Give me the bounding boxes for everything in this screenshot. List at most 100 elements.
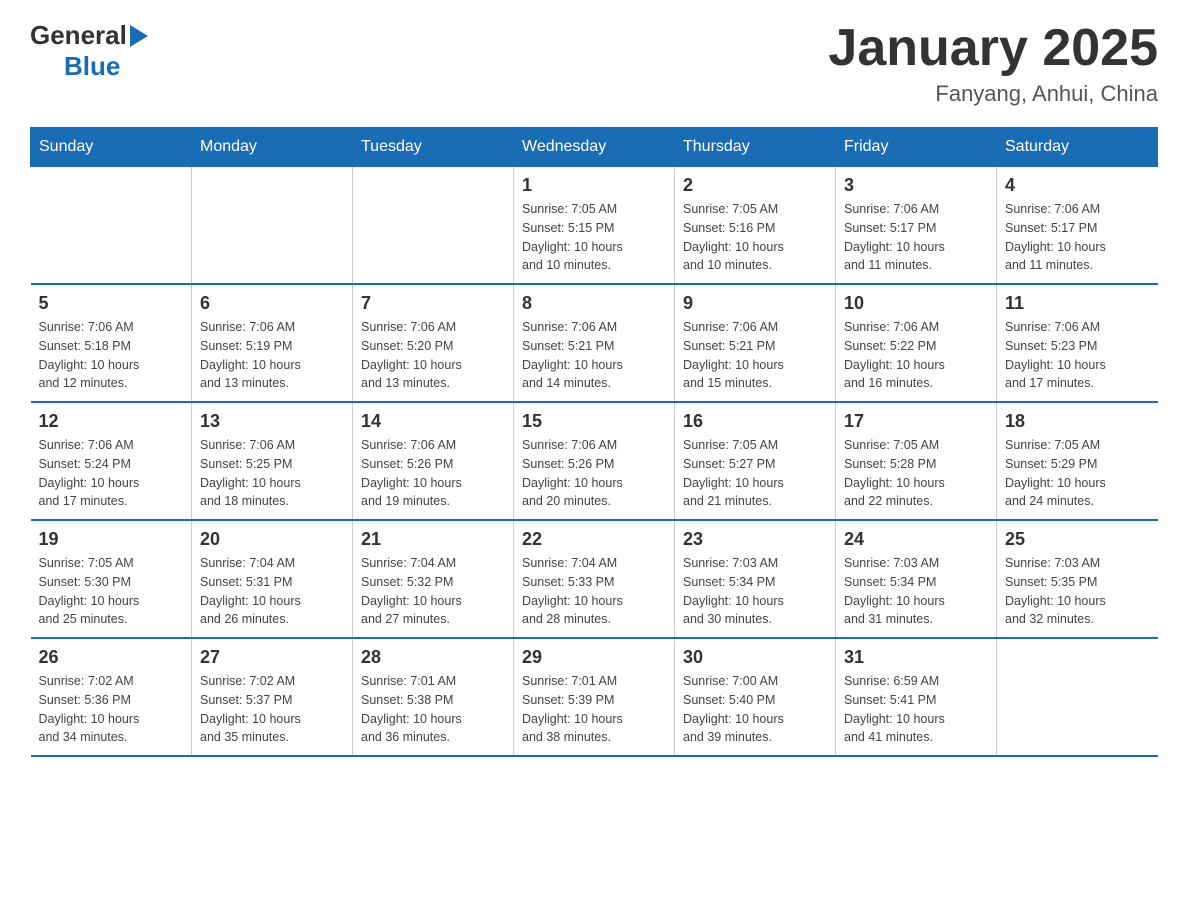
day-info: and 18 minutes. (200, 492, 344, 511)
calendar-cell: 23Sunrise: 7:03 AMSunset: 5:34 PMDayligh… (675, 520, 836, 638)
day-number: 22 (522, 529, 666, 550)
day-info: and 34 minutes. (39, 728, 184, 747)
day-info: Sunset: 5:20 PM (361, 337, 505, 356)
day-info: Sunrise: 7:06 AM (39, 436, 184, 455)
day-info: Daylight: 10 hours (683, 592, 827, 611)
day-info: Sunrise: 7:06 AM (39, 318, 184, 337)
day-info: and 21 minutes. (683, 492, 827, 511)
day-number: 23 (683, 529, 827, 550)
day-info: Sunset: 5:25 PM (200, 455, 344, 474)
day-info: Sunset: 5:29 PM (1005, 455, 1150, 474)
day-info: Daylight: 10 hours (1005, 592, 1150, 611)
calendar-week-row: 1Sunrise: 7:05 AMSunset: 5:15 PMDaylight… (31, 167, 1158, 285)
day-info: and 17 minutes. (39, 492, 184, 511)
day-info: Sunrise: 7:05 AM (39, 554, 184, 573)
day-info: Sunrise: 7:03 AM (844, 554, 988, 573)
day-info: Sunrise: 7:00 AM (683, 672, 827, 691)
day-info: Sunset: 5:39 PM (522, 691, 666, 710)
calendar-cell: 25Sunrise: 7:03 AMSunset: 5:35 PMDayligh… (997, 520, 1158, 638)
day-info: Sunset: 5:17 PM (844, 219, 988, 238)
day-info: and 10 minutes. (522, 256, 666, 275)
day-info: Sunrise: 7:06 AM (844, 200, 988, 219)
day-info: and 28 minutes. (522, 610, 666, 629)
day-info: Sunrise: 6:59 AM (844, 672, 988, 691)
day-info: and 31 minutes. (844, 610, 988, 629)
day-number: 12 (39, 411, 184, 432)
calendar-cell: 5Sunrise: 7:06 AMSunset: 5:18 PMDaylight… (31, 284, 192, 402)
day-info: and 13 minutes. (200, 374, 344, 393)
calendar-cell: 1Sunrise: 7:05 AMSunset: 5:15 PMDaylight… (514, 167, 675, 285)
day-number: 26 (39, 647, 184, 668)
header-sunday: Sunday (31, 128, 192, 167)
day-number: 3 (844, 175, 988, 196)
calendar-week-row: 19Sunrise: 7:05 AMSunset: 5:30 PMDayligh… (31, 520, 1158, 638)
day-info: Sunset: 5:15 PM (522, 219, 666, 238)
page-header: General Blue January 2025 Fanyang, Anhui… (30, 20, 1158, 107)
day-number: 17 (844, 411, 988, 432)
day-info: and 39 minutes. (683, 728, 827, 747)
calendar-cell: 14Sunrise: 7:06 AMSunset: 5:26 PMDayligh… (353, 402, 514, 520)
calendar-cell: 22Sunrise: 7:04 AMSunset: 5:33 PMDayligh… (514, 520, 675, 638)
day-number: 14 (361, 411, 505, 432)
day-info: Sunset: 5:26 PM (361, 455, 505, 474)
day-info: Sunset: 5:30 PM (39, 573, 184, 592)
day-info: Sunrise: 7:05 AM (683, 200, 827, 219)
day-info: and 20 minutes. (522, 492, 666, 511)
day-number: 10 (844, 293, 988, 314)
calendar-cell: 21Sunrise: 7:04 AMSunset: 5:32 PMDayligh… (353, 520, 514, 638)
day-info: Sunrise: 7:06 AM (683, 318, 827, 337)
day-number: 9 (683, 293, 827, 314)
day-info: Daylight: 10 hours (683, 238, 827, 257)
day-info: and 11 minutes. (1005, 256, 1150, 275)
day-info: Sunset: 5:23 PM (1005, 337, 1150, 356)
day-info: Sunset: 5:41 PM (844, 691, 988, 710)
calendar-cell: 13Sunrise: 7:06 AMSunset: 5:25 PMDayligh… (192, 402, 353, 520)
day-info: Sunrise: 7:05 AM (522, 200, 666, 219)
calendar-cell: 18Sunrise: 7:05 AMSunset: 5:29 PMDayligh… (997, 402, 1158, 520)
day-info: Daylight: 10 hours (1005, 238, 1150, 257)
day-info: Daylight: 10 hours (844, 356, 988, 375)
day-info: Sunset: 5:34 PM (844, 573, 988, 592)
day-info: Daylight: 10 hours (522, 592, 666, 611)
day-info: Sunrise: 7:06 AM (200, 318, 344, 337)
day-info: and 36 minutes. (361, 728, 505, 747)
calendar-title: January 2025 (828, 20, 1158, 77)
calendar-cell: 19Sunrise: 7:05 AMSunset: 5:30 PMDayligh… (31, 520, 192, 638)
calendar-week-row: 12Sunrise: 7:06 AMSunset: 5:24 PMDayligh… (31, 402, 1158, 520)
day-number: 20 (200, 529, 344, 550)
calendar-cell: 12Sunrise: 7:06 AMSunset: 5:24 PMDayligh… (31, 402, 192, 520)
day-info: Sunset: 5:16 PM (683, 219, 827, 238)
calendar-table: SundayMondayTuesdayWednesdayThursdayFrid… (30, 127, 1158, 757)
day-info: and 27 minutes. (361, 610, 505, 629)
calendar-cell: 29Sunrise: 7:01 AMSunset: 5:39 PMDayligh… (514, 638, 675, 756)
day-info: Daylight: 10 hours (844, 592, 988, 611)
day-info: Sunset: 5:36 PM (39, 691, 184, 710)
day-number: 16 (683, 411, 827, 432)
day-number: 5 (39, 293, 184, 314)
day-number: 30 (683, 647, 827, 668)
day-info: Daylight: 10 hours (844, 710, 988, 729)
day-number: 28 (361, 647, 505, 668)
day-info: Sunset: 5:21 PM (683, 337, 827, 356)
day-info: Daylight: 10 hours (361, 356, 505, 375)
calendar-cell: 24Sunrise: 7:03 AMSunset: 5:34 PMDayligh… (836, 520, 997, 638)
day-info: Sunrise: 7:05 AM (844, 436, 988, 455)
day-number: 2 (683, 175, 827, 196)
calendar-cell (31, 167, 192, 285)
calendar-cell: 7Sunrise: 7:06 AMSunset: 5:20 PMDaylight… (353, 284, 514, 402)
day-info: Sunset: 5:31 PM (200, 573, 344, 592)
day-info: Daylight: 10 hours (39, 356, 184, 375)
day-info: Sunrise: 7:06 AM (361, 318, 505, 337)
day-info: Daylight: 10 hours (522, 238, 666, 257)
header-wednesday: Wednesday (514, 128, 675, 167)
day-info: Daylight: 10 hours (844, 238, 988, 257)
day-number: 13 (200, 411, 344, 432)
day-info: Daylight: 10 hours (39, 710, 184, 729)
day-info: Sunset: 5:27 PM (683, 455, 827, 474)
day-info: Sunset: 5:32 PM (361, 573, 505, 592)
calendar-cell: 16Sunrise: 7:05 AMSunset: 5:27 PMDayligh… (675, 402, 836, 520)
day-number: 11 (1005, 293, 1150, 314)
day-info: Sunrise: 7:05 AM (1005, 436, 1150, 455)
day-info: Sunset: 5:37 PM (200, 691, 344, 710)
day-info: and 38 minutes. (522, 728, 666, 747)
